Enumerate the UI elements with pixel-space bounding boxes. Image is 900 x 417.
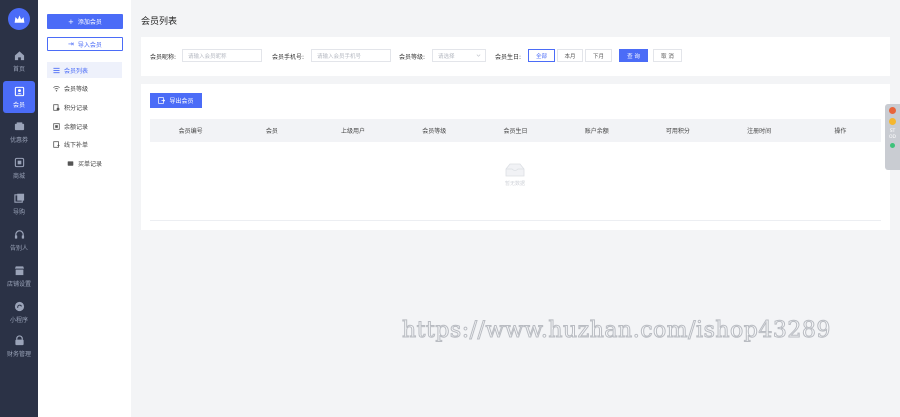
export-icon [158, 97, 166, 104]
float-tool-text: OD [888, 135, 896, 140]
import-member-label: 导入会员 [77, 41, 102, 49]
notification-dot-icon[interactable] [889, 107, 896, 114]
column-header-birthday[interactable]: 会员生日 [475, 126, 556, 135]
rail-item-guide[interactable]: 导购 [0, 189, 38, 219]
submenu-panel: + 添加会员 ⇥ 导入会员 会员列表 会员等级 积分记录 余额记录 线下补单 买… [38, 0, 131, 417]
column-header-member[interactable]: 会员 [231, 126, 312, 135]
level-label: 会员等级: [399, 54, 426, 61]
nickname-input[interactable]: 请输入会员昵称 [182, 49, 262, 62]
page-title: 会员列表 [141, 17, 178, 27]
floating-toolbar[interactable]: ST OD [885, 104, 900, 170]
column-header-points[interactable]: 可用积分 [637, 126, 718, 135]
rail-label: 财务管理 [6, 350, 31, 358]
home-icon [14, 50, 24, 60]
export-member-button[interactable]: 导出会员 [150, 93, 202, 108]
rail-label: 会员 [12, 101, 25, 109]
crown-logo-icon[interactable] [8, 8, 30, 30]
birthday-option-this-month[interactable]: 本月 [557, 49, 583, 62]
rail-label: 告别人 [9, 244, 28, 252]
icon-rail: 首页 会员 优惠券 商城 导购 告别人 店铺设置 小程序 财务管理 [0, 0, 38, 417]
filter-bar: 会员昵称: 请输入会员昵称 会员手机号: 请输入会员手机号 会员等级: 请选择 … [141, 37, 890, 76]
rail-label: 首页 [12, 65, 25, 73]
column-header-member-level[interactable]: 会员等级 [394, 126, 475, 135]
chevron-down-icon [476, 54, 481, 57]
column-header-balance[interactable]: 账户余额 [556, 126, 637, 135]
cancel-button[interactable]: 取 消 [653, 49, 682, 62]
rail-item-miniprogram[interactable]: 小程序 [0, 297, 38, 327]
submenu-item-balance-record[interactable]: 余额记录 [47, 118, 122, 134]
phone-placeholder: 请输入会员手机号 [317, 53, 362, 60]
points-icon [53, 103, 60, 111]
submenu-item-label: 会员等级 [64, 85, 89, 93]
submenu-item-label: 会员列表 [64, 67, 89, 75]
headset-icon [14, 229, 24, 239]
watermark-text: https://www.huzhan.com/ishop43289 [402, 318, 831, 344]
column-header-register-time[interactable]: 注册时间 [719, 126, 800, 135]
add-member-label: 添加会员 [77, 19, 102, 26]
level-select[interactable]: 请选择 [432, 49, 486, 62]
birthday-option-all[interactable]: 全部 [528, 49, 555, 62]
plus-icon: + [68, 17, 74, 26]
list-icon [53, 67, 60, 73]
submenu-item-offline-order[interactable]: 线下补单 [47, 136, 122, 152]
mall-icon [14, 157, 24, 167]
birthday-label: 会员生日: [495, 54, 522, 61]
level-icon [53, 85, 60, 91]
submenu-item-label: 买单记录 [78, 160, 103, 168]
submenu-item-label: 余额记录 [64, 123, 89, 131]
miniprogram-icon [14, 301, 24, 311]
import-icon: ⇥ [68, 40, 74, 48]
level-placeholder: 请选择 [438, 53, 455, 60]
bulb-icon[interactable] [889, 118, 896, 125]
rail-label: 导购 [12, 208, 25, 216]
export-member-label: 导出会员 [169, 98, 194, 105]
phone-input[interactable]: 请输入会员手机号 [311, 49, 391, 62]
rail-label: 小程序 [9, 316, 28, 324]
status-icon[interactable] [890, 143, 895, 148]
column-header-parent-user[interactable]: 上级用户 [312, 126, 393, 135]
submenu-item-points-record[interactable]: 积分记录 [47, 99, 122, 115]
rail-item-member[interactable]: 会员 [3, 81, 35, 113]
rail-item-headset[interactable]: 告别人 [0, 225, 38, 255]
query-button[interactable]: 查 询 [619, 49, 648, 62]
offline-order-icon [53, 140, 60, 148]
phone-label: 会员手机号: [272, 54, 305, 61]
pay-record-icon [67, 160, 74, 166]
submenu-item-member-list[interactable]: 会员列表 [47, 62, 122, 78]
rail-item-coupon[interactable]: 优惠券 [0, 117, 38, 147]
submenu-item-label: 积分记录 [64, 104, 89, 112]
submenu-item-pay-record[interactable]: 买单记录 [47, 155, 122, 171]
rail-label: 店铺设置 [6, 280, 31, 288]
nickname-label: 会员昵称: [150, 54, 177, 61]
balance-icon [53, 122, 60, 130]
member-list-card: 导出会员 会员编号 会员 上级用户 会员等级 会员生日 账户余额 可用积分 注册… [141, 84, 890, 230]
guide-icon [13, 193, 24, 203]
column-header-actions[interactable]: 操作 [800, 126, 881, 135]
submenu-item-member-level[interactable]: 会员等级 [47, 80, 122, 96]
table-header: 会员编号 会员 上级用户 会员等级 会员生日 账户余额 可用积分 注册时间 操作 [150, 119, 881, 142]
birthday-option-next-month[interactable]: 下月 [585, 49, 612, 62]
member-icon [14, 86, 24, 96]
empty-state: 暂无数据 [500, 162, 530, 187]
table-divider [150, 220, 881, 221]
rail-label: 优惠券 [9, 136, 28, 144]
store-icon [14, 265, 24, 275]
rail-item-mall[interactable]: 商城 [0, 153, 38, 183]
empty-text: 暂无数据 [504, 181, 525, 187]
column-header-member-id[interactable]: 会员编号 [150, 126, 231, 135]
import-member-button[interactable]: ⇥ 导入会员 [47, 37, 123, 51]
nickname-placeholder: 请输入会员昵称 [188, 53, 227, 60]
rail-item-home[interactable]: 首页 [0, 46, 38, 76]
empty-box-icon [505, 163, 525, 177]
submenu-item-label: 线下补单 [64, 141, 89, 149]
rail-item-finance[interactable]: 财务管理 [0, 331, 38, 361]
add-member-button[interactable]: + 添加会员 [47, 14, 123, 29]
rail-item-store-settings[interactable]: 店铺设置 [0, 261, 38, 291]
finance-icon [14, 334, 24, 345]
rail-label: 商城 [12, 172, 25, 180]
coupon-icon [14, 121, 24, 130]
